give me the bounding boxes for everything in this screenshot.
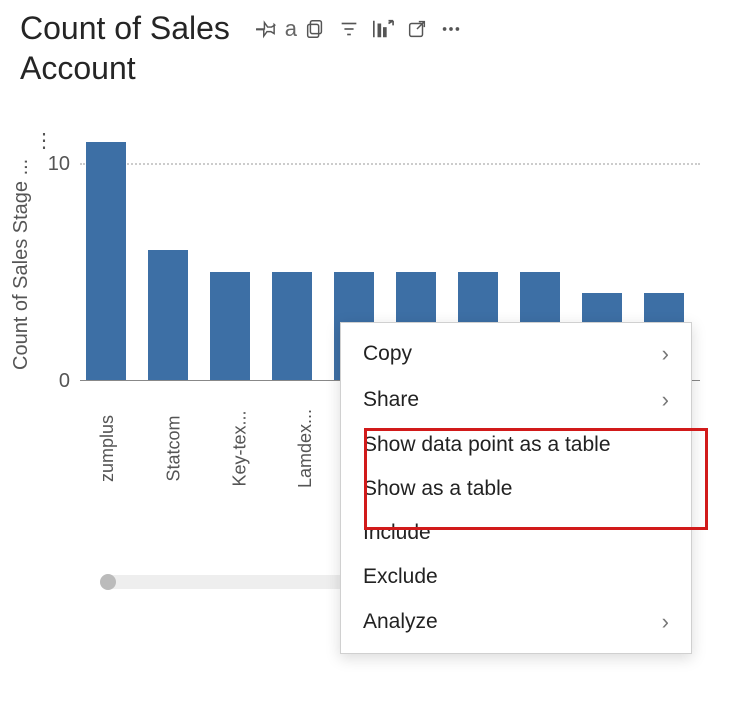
x-tick-label: Statcom <box>164 415 185 481</box>
scrollbar-thumb[interactable] <box>100 574 116 590</box>
menu-item-label: Copy <box>363 342 412 366</box>
chevron-right-icon: › <box>662 341 669 367</box>
y-tick-10: 10 <box>30 153 70 176</box>
menu-item-label: Include <box>363 521 431 545</box>
menu-item-show-data-point-table[interactable]: Show data point as a table <box>341 423 691 467</box>
filter-icon[interactable] <box>332 12 366 46</box>
y-axis-label: Count of Sales Stage ... <box>10 159 33 370</box>
menu-item-analyze[interactable]: Analyze › <box>341 599 691 645</box>
menu-item-label: Exclude <box>363 565 438 589</box>
bar[interactable] <box>210 272 250 380</box>
pin-icon[interactable] <box>250 12 284 46</box>
y-tick-0: 0 <box>30 370 70 393</box>
page-title-line2: Account <box>20 50 136 87</box>
page-title: Count of Sales <box>20 10 230 47</box>
y-axis-more-icon[interactable]: ⋮ <box>34 128 54 153</box>
menu-item-label: Show data point as a table <box>363 433 611 457</box>
copy-visual-icon[interactable] <box>298 12 332 46</box>
pop-out-icon[interactable] <box>400 12 434 46</box>
menu-item-include[interactable]: Include <box>341 511 691 555</box>
chevron-right-icon: › <box>662 609 669 635</box>
menu-item-exclude[interactable]: Exclude <box>341 555 691 599</box>
menu-item-share[interactable]: Share › <box>341 377 691 423</box>
focus-mode-icon[interactable] <box>366 12 400 46</box>
context-menu: Copy › Share › Show data point as a tabl… <box>340 322 692 654</box>
hidden-letter: a <box>284 12 298 46</box>
menu-item-label: Show as a table <box>363 477 512 501</box>
menu-item-show-as-table[interactable]: Show as a table <box>341 467 691 511</box>
bar[interactable] <box>272 272 312 380</box>
more-options-icon[interactable] <box>434 12 468 46</box>
x-tick-label: Key-tex... <box>230 410 251 486</box>
menu-item-copy[interactable]: Copy › <box>341 331 691 377</box>
chevron-right-icon: › <box>662 387 669 413</box>
x-tick-label: Lamdex... <box>296 409 317 488</box>
menu-item-label: Analyze <box>363 610 438 634</box>
menu-item-label: Share <box>363 388 419 412</box>
bar[interactable] <box>148 250 188 380</box>
bar[interactable] <box>86 142 126 380</box>
x-tick-label: zumplus <box>98 415 119 482</box>
